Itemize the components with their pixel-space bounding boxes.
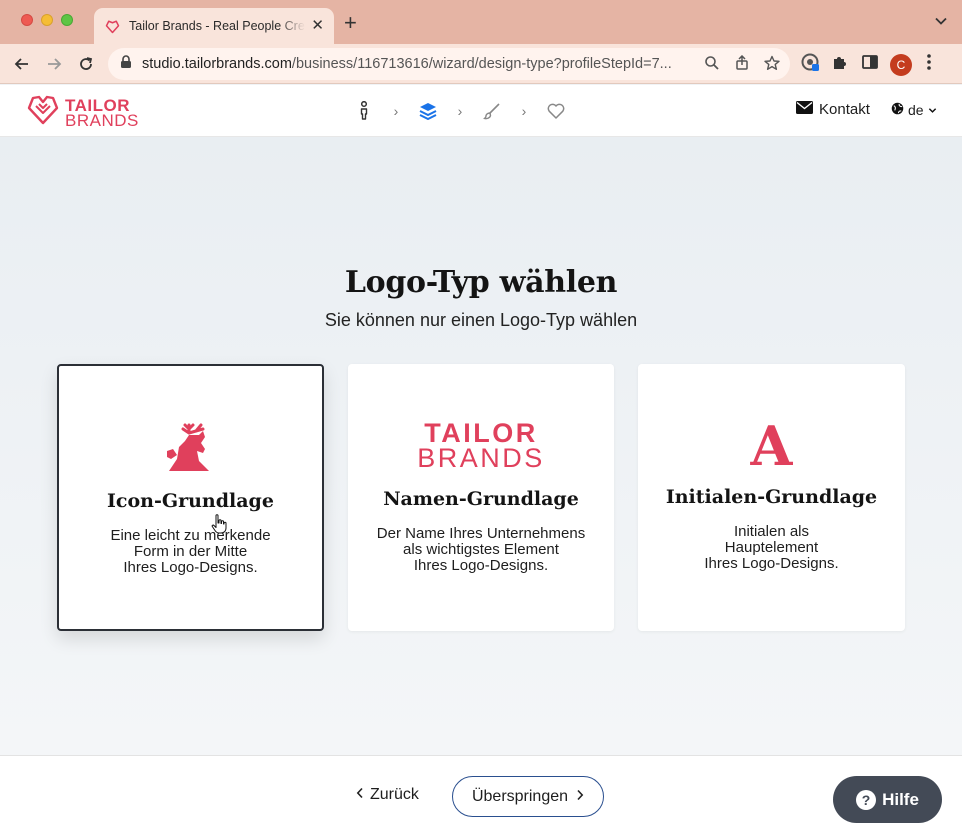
card-description: Der Name Ihres Unternehmens als wichtigs… (376, 525, 586, 574)
tab-title: Tailor Brands - Real People Cre (129, 19, 305, 33)
browser-menu-icon[interactable] (926, 53, 932, 76)
skip-button[interactable]: Überspringen (452, 776, 604, 817)
initial-letter: A (750, 414, 793, 478)
brand-mark-icon (27, 95, 59, 130)
browser-toolbar: studio.tailorbrands.com/business/1167136… (0, 44, 962, 84)
step-separator-icon: › (393, 103, 399, 119)
card-description: Eine leicht zu merkende Form in der Mitt… (110, 527, 271, 576)
step-brush-icon[interactable] (480, 100, 504, 122)
back-label: Zurück (370, 786, 419, 803)
card-title: Namen-Grundlage (383, 488, 579, 510)
step-separator-icon: › (457, 103, 463, 119)
skip-label: Überspringen (471, 787, 569, 805)
question-mark-icon: ? (856, 789, 877, 810)
contact-label: Kontakt (819, 101, 870, 118)
step-heart-icon[interactable] (544, 100, 568, 122)
browser-tab[interactable]: Tailor Brands - Real People Cre ✕ (94, 8, 334, 44)
tailor-brands-favicon-icon (104, 18, 120, 34)
url-text: studio.tailorbrands.com/business/1167136… (142, 56, 672, 72)
page-title: Logo-Typ wählen (344, 265, 618, 300)
language-label: de (908, 102, 924, 118)
brand-text-line2: BRANDS (65, 110, 139, 130)
share-icon[interactable] (734, 54, 750, 76)
card-title: Initialen-Grundlage (665, 486, 878, 508)
forward-arrow-icon[interactable] (42, 52, 66, 76)
wordmark-art: TAILOR BRANDS (348, 418, 614, 474)
page-subtitle: Sie können nur einen Logo-Typ wählen (324, 310, 638, 330)
minimize-window-button[interactable] (41, 14, 53, 26)
card-title: Icon-Grundlage (107, 490, 274, 512)
wordmark-line2: BRANDS (417, 443, 545, 473)
step-layers-icon[interactable] (416, 100, 440, 122)
step-separator-icon: › (521, 103, 527, 119)
logo-type-card-icon[interactable]: Icon-Grundlage Eine leicht zu merkende F… (57, 364, 324, 631)
bookmark-star-icon[interactable] (764, 55, 780, 76)
new-tab-button[interactable]: + (344, 12, 357, 34)
brand-logo[interactable]: TAILOR BRANDS (27, 95, 139, 130)
language-selector[interactable]: de (891, 102, 937, 118)
tab-close-icon[interactable]: ✕ (311, 18, 324, 34)
back-button[interactable]: Zurück (356, 786, 419, 804)
logo-type-card-initials[interactable]: A Initialen-Grundlage Initialen als Haup… (638, 364, 905, 631)
wizard-steps: › › › (352, 100, 568, 122)
site-header: TAILOR BRANDS › › › Kontakt de (0, 85, 962, 137)
chevron-down-icon (928, 102, 937, 118)
globe-icon (891, 102, 904, 118)
password-manager-extension-icon[interactable] (800, 52, 820, 77)
chevron-left-icon (356, 786, 364, 804)
close-window-button[interactable] (21, 14, 33, 26)
reload-icon[interactable] (74, 52, 98, 76)
logo-type-card-name[interactable]: TAILOR BRANDS Namen-Grundlage Der Name I… (348, 364, 614, 631)
hand-cursor-icon (211, 514, 227, 539)
help-button[interactable]: ? Hilfe (833, 776, 942, 823)
maximize-window-button[interactable] (61, 14, 73, 26)
help-label: Hilfe (882, 789, 919, 809)
initial-letter-art: A (638, 418, 905, 474)
extensions-puzzle-icon[interactable] (830, 52, 850, 77)
card-description: Initialen als Hauptelement Ihres Logo-De… (704, 523, 839, 572)
envelope-icon (796, 101, 819, 118)
step-person-icon[interactable] (352, 100, 376, 122)
wizard-footer: Zurück Überspringen ? Hilfe (0, 755, 962, 836)
side-panel-icon[interactable] (860, 52, 880, 77)
lock-icon[interactable] (120, 54, 132, 74)
chevron-right-icon (576, 788, 584, 806)
profile-avatar[interactable]: C (890, 53, 912, 76)
main-content: Logo-Typ wählen Sie können nur einen Log… (0, 137, 962, 755)
zoom-icon[interactable] (704, 55, 720, 76)
deer-icon (59, 420, 322, 476)
contact-link[interactable]: Kontakt (796, 101, 870, 118)
tab-search-chevron-icon[interactable] (934, 14, 948, 33)
address-bar[interactable]: studio.tailorbrands.com/business/1167136… (108, 48, 790, 80)
browser-tab-bar: Tailor Brands - Real People Cre ✕ + (0, 0, 962, 44)
back-arrow-icon[interactable] (10, 52, 34, 76)
